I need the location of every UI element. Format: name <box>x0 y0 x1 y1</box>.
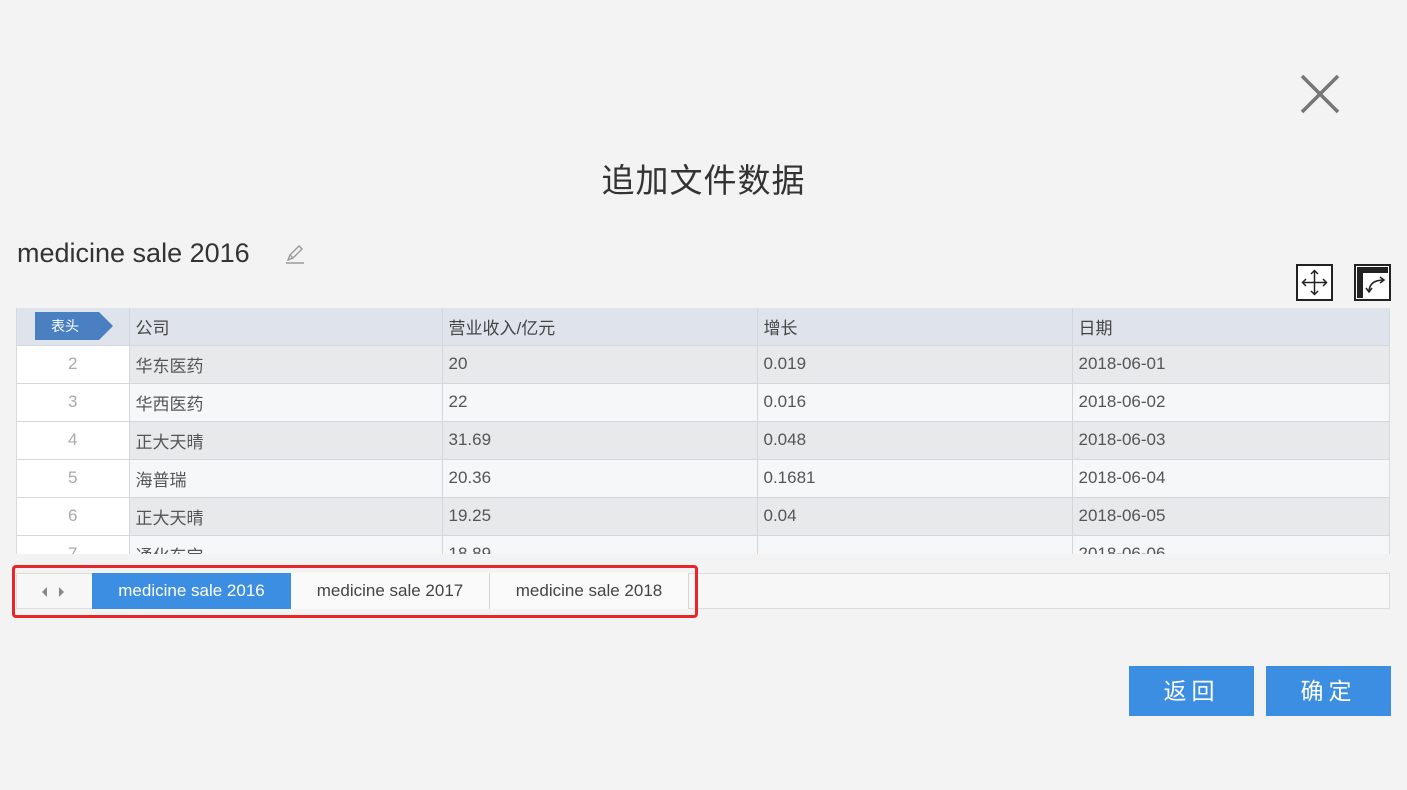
table-cell: 18.89 <box>442 535 758 554</box>
column-header: 营业收入/亿元 <box>442 308 758 346</box>
confirm-button[interactable]: 确定 <box>1266 666 1391 716</box>
sheet-tab-2017[interactable]: medicine sale 2017 <box>291 573 490 609</box>
sheet-tab-bar: medicine sale 2016 medicine sale 2017 me… <box>16 573 1390 609</box>
row-number: 5 <box>17 459 130 498</box>
table-cell: 通化东宝 <box>129 535 443 554</box>
table-row: 7 通化东宝 18.89 2018-06-06 <box>17 535 1389 554</box>
table-cell: 正大天晴 <box>129 497 443 536</box>
sheet-tab-2016[interactable]: medicine sale 2016 <box>92 573 291 609</box>
column-header: 公司 <box>129 308 443 346</box>
pencil-icon[interactable] <box>284 243 306 265</box>
tab-scroll-arrows[interactable] <box>39 582 73 602</box>
table-row: 5 海普瑞 20.36 0.1681 2018-06-04 <box>17 459 1389 498</box>
header-badge[interactable]: 表头 <box>35 312 113 341</box>
table-cell: 正大天晴 <box>129 421 443 460</box>
data-table: 表头 公司 营业收入/亿元 增长 日期 2 华东医药 20 0.019 2018… <box>17 308 1389 554</box>
row-number: 6 <box>17 497 130 536</box>
table-cell: 0.016 <box>757 383 1073 422</box>
table-cell: 华西医药 <box>129 383 443 422</box>
left-right-arrows-icon[interactable] <box>39 582 73 602</box>
data-preview-grid[interactable]: 表头 公司 营业收入/亿元 增长 日期 2 华东医药 20 0.019 2018… <box>16 308 1390 554</box>
fit-expand-button[interactable] <box>1296 264 1333 301</box>
table-row: 4 正大天晴 31.69 0.048 2018-06-03 <box>17 421 1389 460</box>
table-cell: 2018-06-06 <box>1072 535 1389 554</box>
table-cell <box>757 535 1073 554</box>
back-button[interactable]: 返回 <box>1129 666 1254 716</box>
close-button[interactable] <box>1298 72 1342 116</box>
table-row: 6 正大天晴 19.25 0.04 2018-06-05 <box>17 497 1389 536</box>
expand-arrows-icon[interactable] <box>1296 264 1333 301</box>
transpose-button[interactable] <box>1354 264 1391 301</box>
table-cell: 2018-06-05 <box>1072 497 1389 536</box>
table-row: 3 华西医药 22 0.016 2018-06-02 <box>17 383 1389 422</box>
sheet-tab-2018[interactable]: medicine sale 2018 <box>490 573 689 609</box>
table-cell: 19.25 <box>442 497 758 536</box>
table-cell: 0.04 <box>757 497 1073 536</box>
header-badge-cell: 表头 <box>17 308 130 346</box>
row-number: 2 <box>17 345 130 384</box>
row-number: 4 <box>17 421 130 460</box>
row-number: 3 <box>17 383 130 422</box>
table-row: 2 华东医药 20 0.019 2018-06-01 <box>17 345 1389 384</box>
header-row: 表头 公司 营业收入/亿元 增长 日期 <box>17 308 1389 346</box>
table-cell: 2018-06-03 <box>1072 421 1389 460</box>
table-cell: 华东医药 <box>129 345 443 384</box>
table-cell: 31.69 <box>442 421 758 460</box>
table-cell: 22 <box>442 383 758 422</box>
transpose-table-icon[interactable] <box>1354 264 1391 301</box>
column-header: 增长 <box>757 308 1073 346</box>
edit-sheet-name-button[interactable] <box>284 243 306 265</box>
table-cell: 0.1681 <box>757 459 1073 498</box>
table-cell: 2018-06-04 <box>1072 459 1389 498</box>
table-cell: 海普瑞 <box>129 459 443 498</box>
table-cell: 2018-06-02 <box>1072 383 1389 422</box>
row-number: 7 <box>17 535 130 554</box>
close-icon[interactable] <box>1298 72 1342 116</box>
sheet-name: medicine sale 2016 <box>17 238 250 268</box>
table-cell: 20 <box>442 345 758 384</box>
table-cell: 0.019 <box>757 345 1073 384</box>
dialog-title: 追加文件数据 <box>601 161 806 200</box>
table-cell: 2018-06-01 <box>1072 345 1389 384</box>
table-cell: 0.048 <box>757 421 1073 460</box>
table-cell: 20.36 <box>442 459 758 498</box>
column-header: 日期 <box>1072 308 1389 346</box>
